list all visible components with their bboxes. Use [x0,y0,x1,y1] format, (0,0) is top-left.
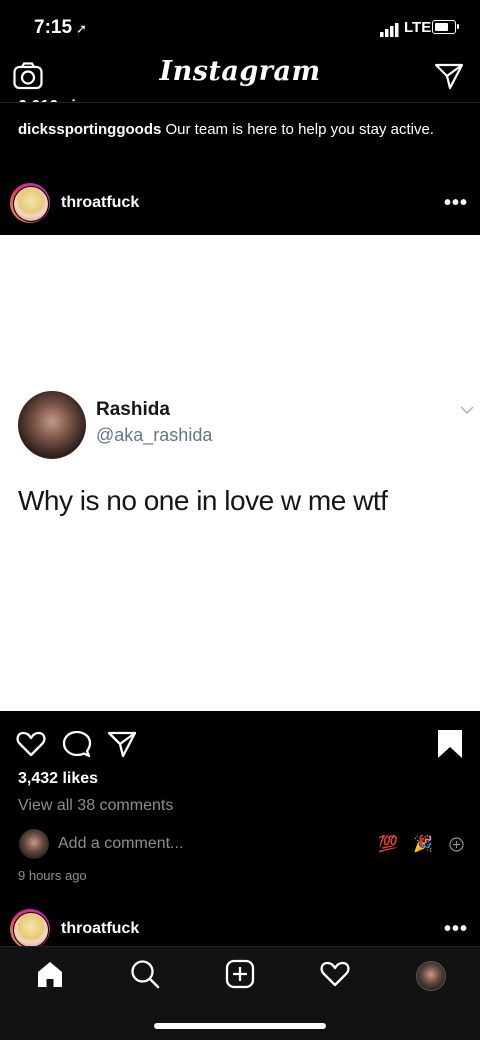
post-caption: dickssportinggoods Our team is here to h… [18,120,458,139]
caption-username[interactable]: dickssportinggoods [18,121,161,138]
battery-icon [432,20,456,34]
post-author-avatar[interactable] [10,183,50,223]
tweet-avatar [18,391,86,459]
tweet-text: Why is no one in love w me wtf [18,485,388,516]
chevron-down-icon [460,406,474,415]
header-divider [0,102,480,103]
likes-count[interactable]: 3,432 likes [18,770,98,788]
profile-avatar[interactable] [416,961,446,991]
post-timestamp: 9 hours ago [18,868,87,883]
location-arrow-icon: ➚ [76,21,87,36]
like-heart-icon[interactable] [16,729,46,759]
status-time: 7:15 ➚ [34,17,87,38]
commenter-avatar [19,829,49,859]
next-post-author-avatar[interactable] [10,909,50,949]
add-post-icon[interactable] [225,959,255,989]
share-icon[interactable] [107,729,137,759]
post-image[interactable]: Rashida @aka_rashida Why is no one in lo… [0,235,480,711]
battery-tip [457,24,459,29]
next-post-author-username[interactable]: throatfuck [61,920,139,938]
search-icon[interactable] [130,959,160,989]
app-logo: Instagram [159,56,321,87]
bookmark-saved-icon[interactable] [437,729,463,759]
direct-message-icon[interactable] [434,62,464,90]
signal-icon [380,23,399,37]
home-indicator [154,1023,326,1029]
post-author-username[interactable]: throatfuck [61,194,139,212]
caption-text: Our team is here to help you stay active… [161,121,434,138]
network-label: LTE [404,19,432,36]
activity-heart-icon[interactable] [320,960,350,988]
next-post-more-options-icon[interactable]: ••• [444,918,468,941]
emoji-party-button[interactable]: 🎉 [413,834,433,854]
add-comment-input[interactable]: Add a comment... [58,835,183,853]
comment-icon[interactable] [62,729,92,759]
view-all-comments-link[interactable]: View all 38 comments [18,797,173,815]
add-emoji-icon[interactable] [449,837,464,852]
emoji-hundred-button[interactable]: 💯 [378,834,398,854]
tweet-handle: @aka_rashida [96,425,213,445]
tweet-name: Rashida [96,399,170,420]
more-options-icon[interactable]: ••• [444,192,468,215]
home-icon[interactable] [36,960,64,988]
